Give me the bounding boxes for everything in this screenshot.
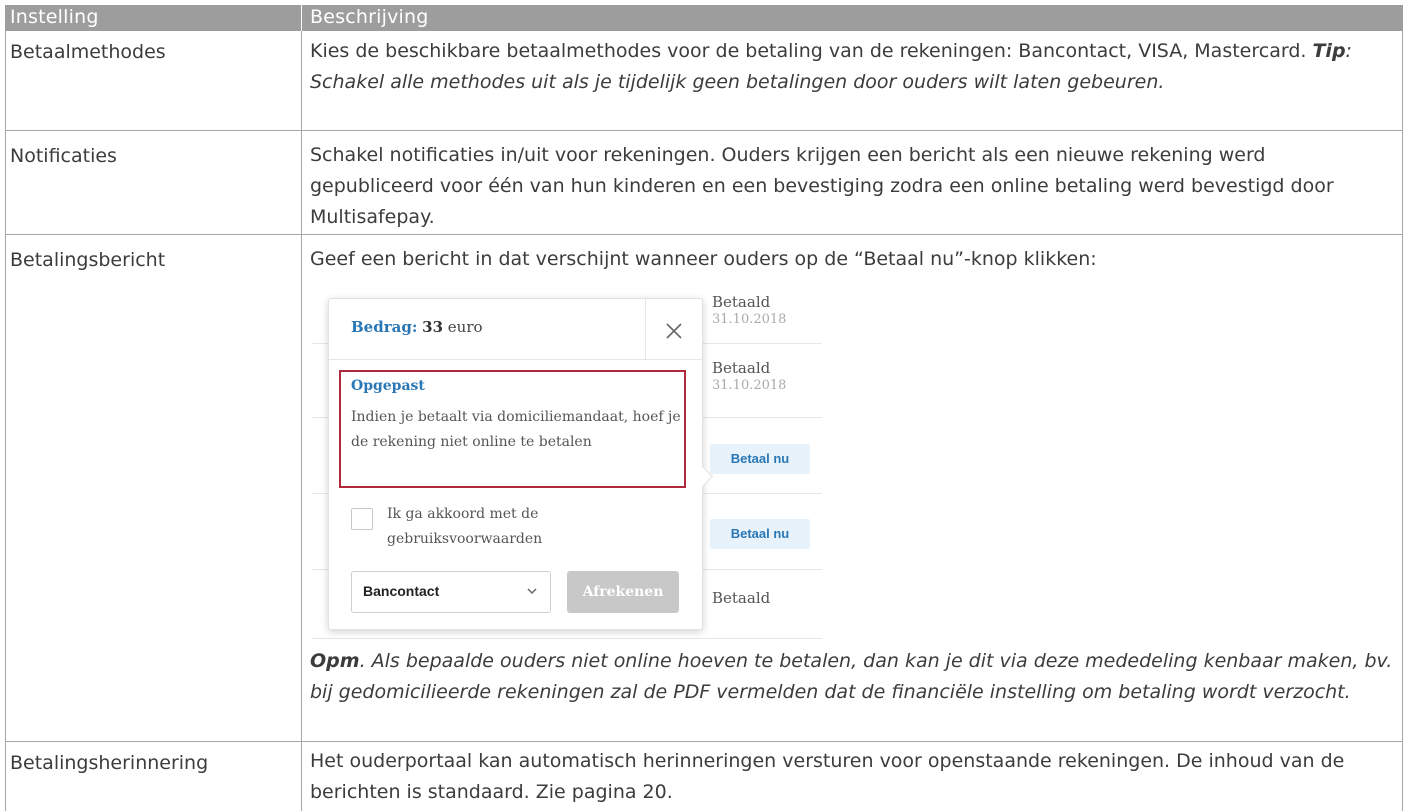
row-label-notificaties: Notificaties xyxy=(10,145,117,167)
chevron-down-icon xyxy=(527,588,537,595)
row-text-notificaties: Schakel notificaties in/uit voor rekenin… xyxy=(310,144,1334,228)
header-beschrijving: Beschrijving xyxy=(310,6,429,28)
opm-text: . Als bepaalde ouders niet online hoeven… xyxy=(310,650,1393,703)
payment-method-select[interactable]: Bancontact xyxy=(351,571,551,613)
row-text-betaalmethodes: Kies de beschikbare betaalmethodes voor … xyxy=(310,36,1395,98)
row-text-betalingsherinnering: Het ouderportaal kan automatisch herinne… xyxy=(310,750,1345,803)
table-border-left xyxy=(5,31,6,811)
payment-popup: Bedrag: 33 euro Opgepast Indien je betaa… xyxy=(328,298,714,630)
row-note-betalingsbericht: Opm. Als bepaalde ouders niet online hoe… xyxy=(310,646,1395,708)
amount-label: Bedrag: xyxy=(351,318,418,336)
row-label-betaalmethodes: Betaalmethodes xyxy=(10,41,166,63)
payment-popup-screenshot: Betaald 31.10.2018 Betaald 31.10.2018 Be… xyxy=(312,291,827,641)
row-label-betalingsbericht: Betalingsbericht xyxy=(10,249,166,271)
warning-box: Opgepast Indien je betaalt via domicilie… xyxy=(339,370,686,488)
close-icon xyxy=(666,323,682,339)
row-divider xyxy=(5,130,1403,131)
row-divider xyxy=(5,741,1403,742)
amount-value: 33 xyxy=(422,318,444,336)
warning-title: Opgepast xyxy=(351,378,425,394)
table-border-right xyxy=(1402,31,1403,811)
status-text: Betaald xyxy=(712,293,771,311)
warning-text: Indien je betaalt via domiciliemandaat, … xyxy=(351,409,681,450)
header-instelling: Instelling xyxy=(10,6,99,28)
betaal-nu-button[interactable]: Betaal nu xyxy=(710,444,810,474)
row-divider xyxy=(5,234,1403,235)
status-date: 31.10.2018 xyxy=(712,312,787,327)
table-header: Instelling Beschrijving xyxy=(5,5,1403,31)
betaal-nu-button[interactable]: Betaal nu xyxy=(710,519,810,549)
status-date: 31.10.2018 xyxy=(712,378,787,393)
amount-unit: euro xyxy=(447,318,483,336)
status-text: Betaald xyxy=(712,359,771,377)
close-button[interactable] xyxy=(645,299,702,359)
terms-checkbox[interactable] xyxy=(351,508,373,530)
header-divider xyxy=(301,5,302,31)
popup-header: Bedrag: 33 euro xyxy=(329,299,702,360)
list-divider xyxy=(312,638,822,639)
betaalmethodes-description: Kies de beschikbare betaalmethodes voor … xyxy=(310,40,1313,62)
payment-method-value: Bancontact xyxy=(363,583,440,599)
status-text: Betaald xyxy=(712,589,771,607)
afrekenen-button[interactable]: Afrekenen xyxy=(567,571,679,613)
terms-checkbox-label: Ik ga akkoord met de gebruiksvoorwaarden xyxy=(387,506,543,547)
tip-label: Tip xyxy=(1312,40,1346,62)
row-text-betalingsbericht: Geef een bericht in dat verschijnt wanne… xyxy=(310,248,1097,270)
amount-line: Bedrag: 33 euro xyxy=(351,318,483,336)
column-divider xyxy=(301,31,302,811)
row-label-betalingsherinnering: Betalingsherinnering xyxy=(10,752,209,774)
opm-label: Opm xyxy=(310,650,360,672)
